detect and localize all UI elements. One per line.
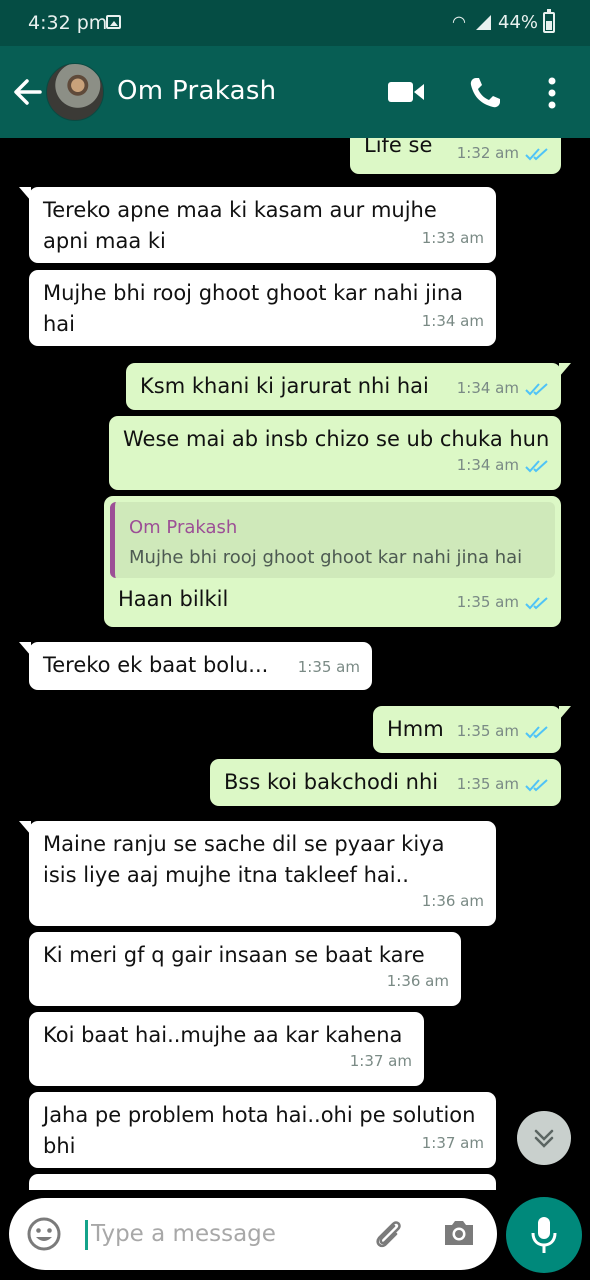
- quoted-sender-name: Om Prakash: [129, 517, 238, 538]
- incoming-message[interactable]: Tereko apne maa ki kasam aur mujhe apni …: [19, 187, 496, 263]
- message-time: 1:37 am: [349, 1052, 412, 1070]
- incoming-message[interactable]: Ki meri gf q gair insaan se baat kare 1:…: [29, 932, 461, 1006]
- contact-name[interactable]: Om Prakash: [117, 76, 276, 106]
- incoming-message[interactable]: Maine ranju se sache dil se pyaar kiya i…: [19, 821, 496, 926]
- text-caret: [85, 1220, 88, 1250]
- message-time: 1:32 am: [456, 144, 519, 162]
- message-input-container[interactable]: [9, 1198, 497, 1270]
- quoted-message[interactable]: Om Prakash Mujhe bhi rooj ghoot ghoot ka…: [110, 502, 555, 578]
- message-text: apni maa ki: [43, 229, 166, 253]
- message-list[interactable]: Life se 1:32 am Tereko apne maa ki kasam…: [0, 138, 590, 1190]
- message-time: 1:35 am: [456, 593, 519, 611]
- message-text: Ksm khani ki jarurat nhi hai: [140, 374, 429, 398]
- message-time: 1:36 am: [421, 892, 484, 910]
- message-time: 1:35 am: [297, 658, 360, 676]
- video-call-icon[interactable]: [388, 80, 424, 104]
- voice-record-button[interactable]: [506, 1197, 582, 1273]
- signal-icon: [476, 15, 491, 30]
- back-arrow-icon[interactable]: [10, 72, 46, 112]
- read-ticks-icon: [525, 778, 548, 791]
- emoji-icon[interactable]: [26, 1216, 62, 1252]
- message-text: hai: [43, 312, 76, 336]
- message-text: Bss koi bakchodi nhi: [224, 770, 439, 794]
- read-ticks-icon: [525, 725, 548, 738]
- message-text: Koi baat hai..mujhe aa kar kahena: [43, 1023, 403, 1047]
- chat-header: Om Prakash: [0, 46, 590, 138]
- voice-call-icon[interactable]: [468, 76, 502, 110]
- read-ticks-icon: [525, 382, 548, 395]
- camera-icon[interactable]: [442, 1216, 476, 1250]
- incoming-message[interactable]: Mujhe bhi rooj ghoot ghoot kar nahi jina…: [29, 270, 496, 346]
- chevron-double-down-icon: [534, 1129, 554, 1148]
- message-time: 1:34 am: [421, 312, 484, 330]
- contact-avatar[interactable]: [46, 63, 104, 121]
- outgoing-message[interactable]: Life se 1:32 am: [350, 138, 561, 174]
- message-text: bhi: [43, 1134, 76, 1158]
- message-time: 1:34 am: [456, 456, 519, 474]
- message-text: Maine ranju se sache dil se pyaar kiya: [43, 832, 445, 856]
- incoming-message[interactable]: Koi baat hai..mujhe aa kar kahena 1:37 a…: [29, 1012, 424, 1086]
- microphone-icon: [531, 1217, 557, 1253]
- message-text: Ki meri gf q gair insaan se baat kare: [43, 943, 425, 967]
- message-text: Hmm: [387, 717, 444, 741]
- message-time: 1:35 am: [456, 775, 519, 793]
- outgoing-message[interactable]: Hmm 1:35 am: [373, 706, 571, 753]
- paperclip-icon[interactable]: [370, 1216, 406, 1252]
- message-text: Mujhe bhi rooj ghoot ghoot kar nahi jina: [43, 281, 463, 305]
- message-time: 1:35 am: [456, 722, 519, 740]
- status-time: 4:32 pm: [28, 12, 108, 34]
- read-ticks-icon: [525, 459, 548, 472]
- incoming-message-partial[interactable]: [29, 1174, 496, 1190]
- outgoing-message[interactable]: Wese mai ab insb chizo se ub chuka hun 1…: [109, 416, 561, 490]
- message-text: isis liye aaj mujhe itna takleef hai..: [43, 863, 409, 887]
- incoming-message[interactable]: Jaha pe problem hota hai..ohi pe solutio…: [29, 1092, 496, 1168]
- message-input[interactable]: [91, 1216, 351, 1252]
- status-bar: 4:32 pm ◠ 44%: [0, 0, 590, 46]
- outgoing-reply-message[interactable]: Om Prakash Mujhe bhi rooj ghoot ghoot ka…: [104, 496, 561, 627]
- message-text: Jaha pe problem hota hai..ohi pe solutio…: [43, 1103, 476, 1127]
- incoming-message[interactable]: Tereko ek baat bolu... 1:35 am: [19, 642, 372, 690]
- battery-percentage: 44%: [498, 12, 539, 33]
- message-text: Haan bilkil: [118, 587, 229, 611]
- wifi-icon: ◠: [452, 12, 466, 31]
- message-text: Life se: [364, 138, 433, 157]
- scroll-to-bottom-button[interactable]: [517, 1111, 571, 1165]
- battery-icon: [543, 9, 555, 33]
- message-text: Tereko apne maa ki kasam aur mujhe: [43, 198, 437, 222]
- read-ticks-icon: [525, 147, 548, 160]
- message-text: Tereko ek baat bolu...: [43, 653, 269, 677]
- message-time: 1:34 am: [456, 379, 519, 397]
- gallery-notification-icon: [106, 15, 121, 29]
- message-time: 1:36 am: [386, 972, 449, 990]
- message-time: 1:33 am: [421, 229, 484, 247]
- message-time: 1:37 am: [421, 1134, 484, 1152]
- outgoing-message[interactable]: Bss koi bakchodi nhi 1:35 am: [210, 759, 561, 806]
- compose-bar: [0, 1190, 590, 1280]
- more-options-icon[interactable]: [544, 76, 560, 110]
- outgoing-message[interactable]: Ksm khani ki jarurat nhi hai 1:34 am: [126, 363, 571, 410]
- read-ticks-icon: [525, 596, 548, 609]
- quoted-text: Mujhe bhi rooj ghoot ghoot kar nahi jina…: [129, 547, 523, 568]
